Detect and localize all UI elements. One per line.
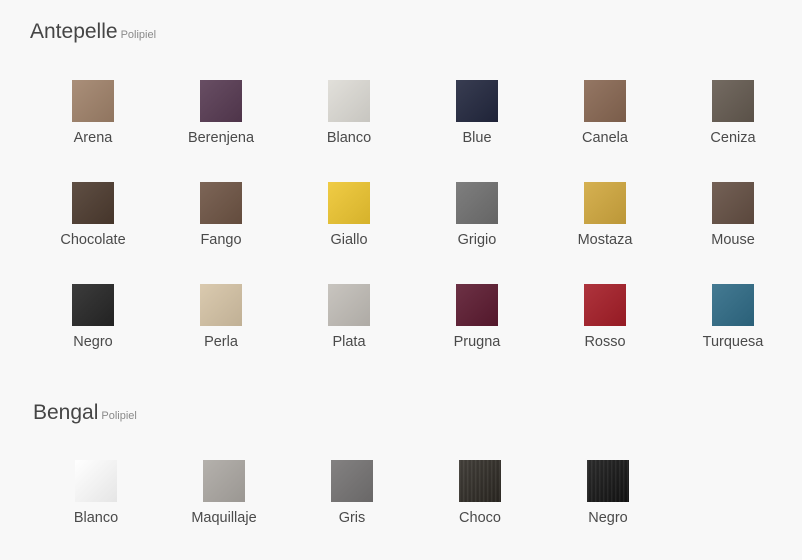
swatch-antepelle-blanco[interactable]: Blanco [285, 80, 413, 182]
color-chip[interactable] [712, 182, 754, 224]
color-chip[interactable] [584, 284, 626, 326]
swatch-label: Negro [588, 510, 628, 526]
swatch-label: Negro [73, 334, 113, 350]
color-chip[interactable] [584, 182, 626, 224]
color-chip[interactable] [712, 284, 754, 326]
swatch-label: Blue [462, 130, 492, 146]
swatch-label: Blanco [73, 510, 119, 526]
swatch-antepelle-perla[interactable]: Perla [157, 284, 285, 386]
swatch-antepelle-grigio[interactable]: Grigio [413, 182, 541, 284]
swatch-antepelle-giallo[interactable]: Giallo [285, 182, 413, 284]
color-chip[interactable] [331, 460, 373, 502]
color-chip[interactable] [200, 284, 242, 326]
swatch-label: Maquillaje [191, 510, 257, 526]
swatch-label: Blanco [326, 130, 372, 146]
color-chip[interactable] [200, 182, 242, 224]
color-chip[interactable] [72, 182, 114, 224]
swatch-bengal-blanco[interactable]: Blanco [32, 460, 160, 540]
swatch-label: Choco [459, 510, 501, 526]
swatch-antepelle-negro[interactable]: Negro [29, 284, 157, 386]
swatch-label: Arena [73, 130, 113, 146]
swatch-antepelle-prugna[interactable]: Prugna [413, 284, 541, 386]
color-chip[interactable] [456, 80, 498, 122]
swatch-label: Berenjena [187, 130, 255, 146]
color-chip[interactable] [72, 284, 114, 326]
color-chip[interactable] [75, 460, 117, 502]
swatch-antepelle-chocolate[interactable]: Chocolate [29, 182, 157, 284]
swatch-antepelle-rosso[interactable]: Rosso [541, 284, 669, 386]
swatch-antepelle-turquesa[interactable]: Turquesa [669, 284, 797, 386]
swatch-label: Rosso [584, 334, 626, 350]
color-chip[interactable] [584, 80, 626, 122]
section-title-text: Bengal [33, 401, 99, 424]
swatch-antepelle-blue[interactable]: Blue [413, 80, 541, 182]
swatch-antepelle-plata[interactable]: Plata [285, 284, 413, 386]
swatch-grid-antepelle: Arena Berenjena Blanco Blue Canela Ceniza Choc… [29, 80, 797, 386]
section-title-bengal: Bengal Polipiel [33, 401, 137, 425]
swatch-antepelle-canela[interactable]: Canela [541, 80, 669, 182]
color-chip[interactable] [328, 80, 370, 122]
swatch-bengal-maquillaje[interactable]: Maquillaje [160, 460, 288, 540]
swatch-label: Ceniza [710, 130, 756, 146]
swatch-label: Canela [582, 130, 628, 146]
color-chip[interactable] [459, 460, 501, 502]
color-chip[interactable] [456, 182, 498, 224]
swatch-antepelle-berenjena[interactable]: Berenjena [157, 80, 285, 182]
section-subtitle: Polipiel [120, 29, 157, 41]
swatch-label: Prugna [453, 334, 501, 350]
swatch-antepelle-fango[interactable]: Fango [157, 182, 285, 284]
color-chip[interactable] [587, 460, 629, 502]
color-chip[interactable] [712, 80, 754, 122]
swatch-antepelle-mostaza[interactable]: Mostaza [541, 182, 669, 284]
swatch-bengal-choco[interactable]: Choco [416, 460, 544, 540]
color-chip[interactable] [328, 284, 370, 326]
color-chip[interactable] [328, 182, 370, 224]
swatch-label: Giallo [330, 232, 368, 248]
color-chip[interactable] [203, 460, 245, 502]
swatch-antepelle-ceniza[interactable]: Ceniza [669, 80, 797, 182]
swatch-label: Fango [200, 232, 242, 248]
swatch-label: Plata [332, 334, 366, 350]
swatch-grid-bengal: Blanco Maquillaje Gris Choco Negro [32, 460, 672, 540]
swatch-label: Gris [338, 510, 366, 526]
swatch-label: Chocolate [60, 232, 126, 248]
swatch-label: Grigio [457, 232, 497, 248]
color-chip[interactable] [456, 284, 498, 326]
swatch-label: Perla [204, 334, 238, 350]
swatch-antepelle-mouse[interactable]: Mouse [669, 182, 797, 284]
section-title-antepelle: Antepelle Polipiel [30, 20, 156, 44]
section-subtitle: Polipiel [101, 410, 137, 422]
swatch-label: Mostaza [577, 232, 633, 248]
swatch-label: Mouse [711, 232, 755, 248]
swatch-antepelle-arena[interactable]: Arena [29, 80, 157, 182]
swatch-label: Turquesa [702, 334, 764, 350]
color-chip[interactable] [72, 80, 114, 122]
swatch-bengal-negro[interactable]: Negro [544, 460, 672, 540]
swatch-bengal-gris[interactable]: Gris [288, 460, 416, 540]
color-chip[interactable] [200, 80, 242, 122]
section-title-text: Antepelle [30, 20, 118, 43]
